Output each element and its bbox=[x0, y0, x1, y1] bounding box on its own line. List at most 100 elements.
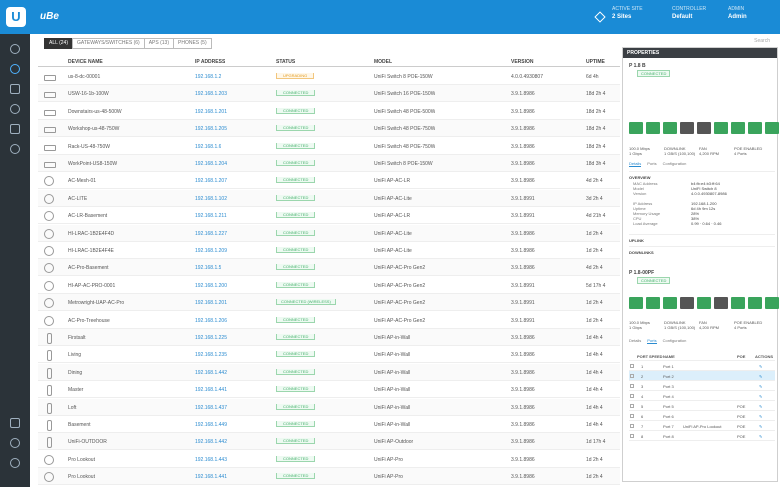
table-row[interactable]: AC-Mesh-01 192.168.1.207 CONNECTED UniFi AP… bbox=[38, 172, 620, 190]
port-row[interactable]: 4 Port 4 ✎ bbox=[629, 391, 775, 401]
ports-col-header[interactable]: ACTIONS bbox=[755, 354, 773, 359]
overview-section[interactable]: OVERVIEW bbox=[629, 171, 775, 180]
table-row[interactable]: AC-LITE 192.168.1.102 CONNECTED UniFi AP-AC… bbox=[38, 189, 620, 207]
checkbox[interactable] bbox=[630, 364, 634, 368]
admin-menu[interactable]: ADMIN Admin bbox=[728, 6, 747, 20]
controller-selector[interactable]: CONTROLLER Default bbox=[672, 6, 706, 20]
subtab-details[interactable]: Details bbox=[629, 338, 641, 344]
checkbox[interactable] bbox=[630, 394, 634, 398]
device-name[interactable]: AC-LITE bbox=[68, 196, 188, 202]
downlinks-section[interactable]: DOWNLINKS bbox=[629, 246, 775, 255]
port-6-icon[interactable] bbox=[714, 122, 728, 134]
device-name[interactable]: Loft bbox=[68, 405, 188, 411]
port-9-icon[interactable] bbox=[765, 122, 779, 134]
col-ip-address[interactable]: IP ADDRESS bbox=[195, 59, 225, 65]
device-name[interactable]: AC-Pro-Treehouse bbox=[68, 318, 188, 324]
tab-gateways-switches[interactable]: GATEWAYS/SWITCHES (6) bbox=[72, 38, 145, 49]
checkbox[interactable] bbox=[630, 424, 634, 428]
table-row[interactable]: us-8-dc-00001 192.168.1.2 UPGRADING UniFi S… bbox=[38, 68, 620, 85]
table-row[interactable]: HI-LRAC-1B2E4F4E 192.168.1.209 CONNECTED Un… bbox=[38, 242, 620, 259]
port-row[interactable]: 8 Port 8 POE ✎ bbox=[629, 431, 775, 441]
tab-phones[interactable]: PHONES (5) bbox=[173, 38, 212, 49]
table-row[interactable]: HI-AP-AC-PRO-0001 192.168.1.200 CONNECTED U… bbox=[38, 277, 620, 294]
checkbox[interactable] bbox=[630, 384, 634, 388]
port-8-icon[interactable] bbox=[748, 122, 762, 134]
device-name[interactable]: AC-Pro-Basement bbox=[68, 265, 188, 271]
device-name[interactable]: WorkPoint-US8-150W bbox=[68, 161, 188, 167]
table-row[interactable]: Metrowright-UAP-AC-Pro 192.168.1.201 CONNE… bbox=[38, 294, 620, 312]
table-row[interactable]: Loft 192.168.1.437 CONNECTED UniFi AP-in-Wa… bbox=[38, 398, 620, 416]
port-row[interactable]: 5 Port 5 POE ✎ bbox=[629, 401, 775, 411]
col-status[interactable]: STATUS bbox=[276, 59, 295, 65]
table-row[interactable]: AC-Pro-Treehouse 192.168.1.206 CONNECTED Un… bbox=[38, 312, 620, 329]
port-3-icon[interactable] bbox=[663, 122, 677, 134]
subtab-configuration[interactable]: Configuration bbox=[663, 161, 687, 167]
port-8-icon[interactable] bbox=[748, 297, 762, 309]
port-7-icon[interactable] bbox=[731, 122, 745, 134]
table-row[interactable]: Living 192.168.1.235 CONNECTED UniFi AP-in-… bbox=[38, 346, 620, 364]
subtab-ports[interactable]: Ports bbox=[647, 338, 657, 344]
table-row[interactable]: HI-LRAC-1B2E4F4D 192.168.1.227 CONNECTED Un… bbox=[38, 224, 620, 242]
port-row[interactable]: 2 Port 2 ✎ bbox=[629, 371, 775, 381]
port-3-icon[interactable] bbox=[663, 297, 677, 309]
port-4-icon[interactable] bbox=[680, 122, 694, 134]
device-name[interactable]: AC-Mesh-01 bbox=[68, 178, 188, 184]
table-row[interactable]: WorkPoint-US8-150W 192.168.1.204 CONNECTED… bbox=[38, 155, 620, 172]
device-name[interactable]: AC-LR-Basement bbox=[68, 213, 188, 219]
uplink-section[interactable]: UPLINK bbox=[629, 234, 775, 243]
tab-aps[interactable]: APS (13) bbox=[143, 38, 174, 49]
device-name[interactable]: Living bbox=[68, 352, 188, 358]
port-6-icon[interactable] bbox=[714, 297, 728, 309]
port-4-icon[interactable] bbox=[680, 297, 694, 309]
col-device-name[interactable]: DEVICE NAME bbox=[68, 59, 103, 65]
checkbox[interactable] bbox=[630, 404, 634, 408]
table-row[interactable]: Master 192.168.1.441 CONNECTED UniFi AP-in-… bbox=[38, 381, 620, 399]
ports-col-header[interactable]: SPEED bbox=[649, 354, 663, 359]
table-row[interactable]: AC-Pro-Basement 192.168.1.5 CONNECTED UniFi… bbox=[38, 259, 620, 277]
clients-icon[interactable] bbox=[10, 104, 20, 114]
edit-icon[interactable]: ✎ bbox=[759, 364, 762, 369]
port-9-icon[interactable] bbox=[765, 297, 779, 309]
table-row[interactable]: Pro Lookout 192.168.1.441 CONNECTED UniFi A… bbox=[38, 468, 620, 486]
device-name[interactable]: UniFi-OUTDOOR bbox=[68, 439, 188, 445]
port-1-icon[interactable] bbox=[629, 122, 643, 134]
device-name[interactable]: HI-AP-AC-PRO-0001 bbox=[68, 283, 188, 289]
col-model[interactable]: MODEL bbox=[374, 59, 392, 65]
table-row[interactable]: Firstsalt 192.168.1.225 CONNECTED UniFi AP-… bbox=[38, 329, 620, 346]
device-name[interactable]: Dining bbox=[68, 370, 188, 376]
checkbox[interactable] bbox=[630, 434, 634, 438]
port-row[interactable]: 6 Port 6 POE ✎ bbox=[629, 411, 775, 421]
port-2-icon[interactable] bbox=[646, 122, 660, 134]
device-name[interactable]: Pro Lookout bbox=[68, 457, 188, 463]
subtab-details[interactable]: Details bbox=[629, 161, 642, 167]
tab-all[interactable]: ALL (24) bbox=[44, 38, 73, 49]
edit-icon[interactable]: ✎ bbox=[759, 404, 762, 409]
device-name[interactable]: Master bbox=[68, 387, 188, 393]
port-row[interactable]: 7 Port 7 UniFi AP-Pro Lookout POE ✎ bbox=[629, 421, 775, 431]
device-name[interactable]: Pro Lookout bbox=[68, 474, 188, 480]
unifi-logo[interactable]: U bbox=[6, 7, 26, 27]
table-row[interactable]: Pro Lookout 192.168.1.443 CONNECTED UniFi A… bbox=[38, 451, 620, 468]
edit-icon[interactable]: ✎ bbox=[759, 424, 762, 429]
port-row[interactable]: 3 Port 3 ✎ bbox=[629, 381, 775, 391]
device-name[interactable]: Rack-US-48-750W bbox=[68, 144, 188, 150]
device-name[interactable]: Workshop-us-48-750W bbox=[68, 126, 188, 132]
col-version[interactable]: VERSION bbox=[511, 59, 534, 65]
device-name[interactable]: HI-LRAC-1B2E4F4E bbox=[68, 248, 188, 254]
table-row[interactable]: UniFi-OUTDOOR 192.168.1.442 CONNECTED UniFi… bbox=[38, 433, 620, 451]
port-row[interactable]: 1 Port 1 ✎ bbox=[629, 361, 775, 371]
ports-col-header[interactable]: PORT bbox=[637, 354, 648, 359]
subtab-ports[interactable]: Ports bbox=[647, 161, 656, 167]
device-name[interactable]: HI-LRAC-1B2E4F4D bbox=[68, 231, 188, 237]
checkbox[interactable] bbox=[630, 374, 634, 378]
table-row[interactable]: Dining 192.168.1.442 CONNECTED UniFi AP-in-… bbox=[38, 363, 620, 381]
dashboard-icon[interactable] bbox=[10, 44, 20, 54]
statistics-icon[interactable] bbox=[10, 124, 20, 134]
device-name[interactable]: Downstairs-us-48-500W bbox=[68, 109, 188, 115]
edit-icon[interactable]: ✎ bbox=[759, 374, 762, 379]
table-row[interactable]: Rack-US-48-750W 192.168.1.6 CONNECTED UniFi… bbox=[38, 138, 620, 155]
port-5-icon[interactable] bbox=[697, 297, 711, 309]
device-name[interactable]: us-8-dc-00001 bbox=[68, 74, 188, 80]
table-row[interactable]: Workshop-us-48-750W 192.168.1.205 CONNECTE… bbox=[38, 120, 620, 138]
map-icon[interactable] bbox=[10, 84, 20, 94]
